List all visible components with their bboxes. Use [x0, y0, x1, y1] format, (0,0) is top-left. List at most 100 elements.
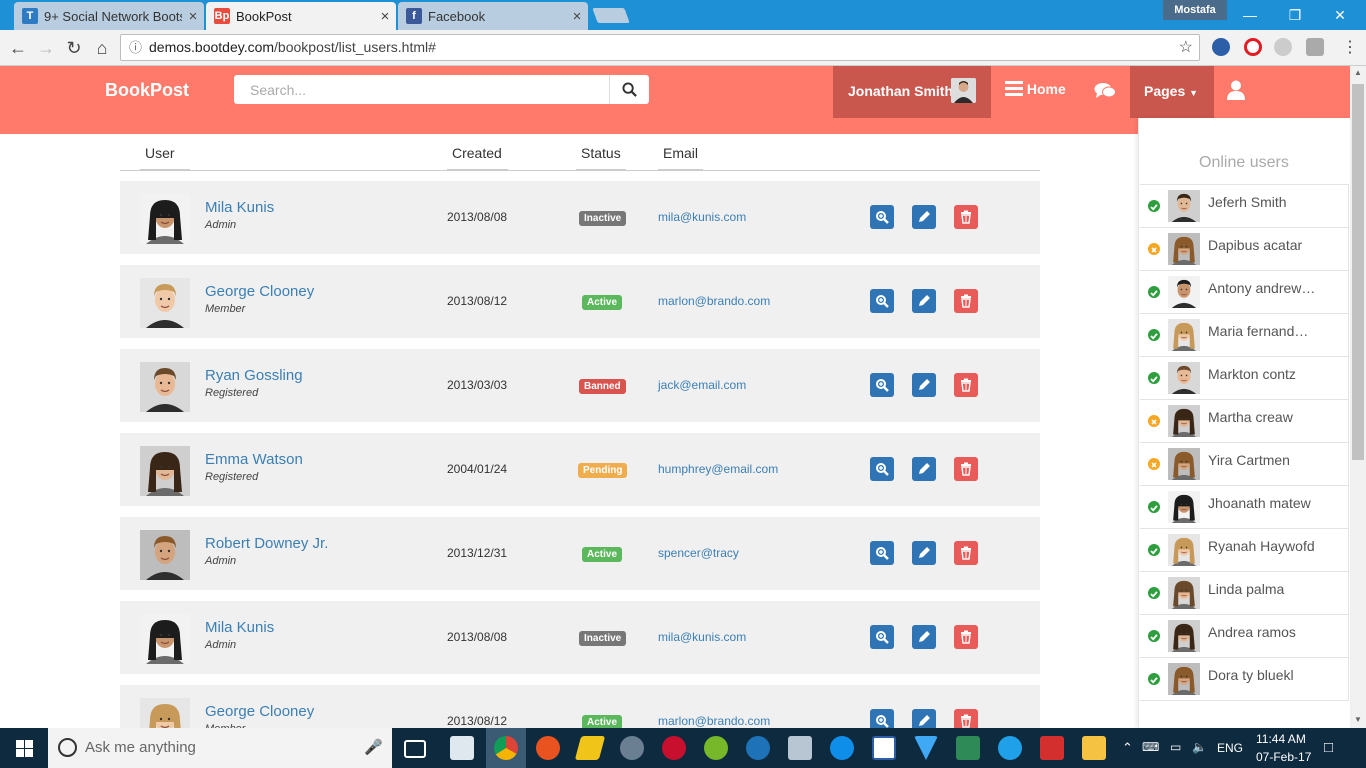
cortana-search[interactable]: Ask me anything 🎤 — [48, 728, 392, 768]
online-user-item[interactable]: Ryanah Haywofd — [1140, 528, 1349, 571]
home-icon[interactable]: ⌂ — [90, 36, 114, 60]
app-icon-orange[interactable] — [536, 736, 560, 760]
volume-icon[interactable]: 🔈 — [1192, 740, 1207, 754]
online-user-item[interactable]: Dapibus acatar — [1140, 227, 1349, 270]
close-window-icon[interactable]: ✕ — [1325, 4, 1355, 26]
opera-icon[interactable] — [1244, 38, 1262, 56]
email-link[interactable]: humphrey@email.com — [658, 462, 778, 476]
user-name-link[interactable]: Mila Kunis — [205, 619, 274, 636]
back-icon[interactable]: ← — [6, 36, 30, 60]
scroll-up-icon[interactable]: ▲ — [1354, 68, 1362, 77]
search-input[interactable] — [234, 75, 610, 104]
teamviewer-icon[interactable] — [830, 736, 854, 760]
email-link[interactable]: jack@email.com — [658, 378, 746, 392]
tab-close-icon[interactable]: × — [566, 8, 588, 25]
notification-icon[interactable]: □ — [1324, 739, 1333, 756]
user-name-link[interactable]: George Clooney — [205, 283, 314, 300]
reload-icon[interactable]: ↻ — [62, 36, 86, 60]
online-user-item[interactable]: Antony andrew lobghi — [1140, 270, 1349, 313]
user-name-link[interactable]: Emma Watson — [205, 451, 303, 468]
brand-logo[interactable]: BookPost — [105, 80, 189, 101]
tray-keyboard-icon[interactable]: ⌨ — [1142, 740, 1159, 754]
user-name-link[interactable]: Ryan Gossling — [205, 367, 303, 384]
app-icon-red[interactable] — [662, 736, 686, 760]
tab-close-icon[interactable]: × — [182, 8, 204, 25]
utorrent-icon[interactable] — [704, 736, 728, 760]
maximize-icon[interactable]: ❐ — [1280, 4, 1310, 26]
tray-chevron-icon[interactable]: ⌃ — [1122, 740, 1133, 756]
delete-button[interactable] — [954, 289, 978, 313]
edit-button[interactable] — [912, 289, 936, 313]
email-link[interactable]: spencer@tracy — [658, 546, 739, 560]
shield-icon[interactable] — [1306, 38, 1324, 56]
edit-button[interactable] — [912, 205, 936, 229]
edit-button[interactable] — [912, 541, 936, 565]
edit-button[interactable] — [912, 457, 936, 481]
clock-date[interactable]: 07-Feb-17 — [1256, 750, 1311, 764]
windows-start-icon[interactable] — [16, 740, 33, 762]
chat-icon[interactable] — [1094, 82, 1116, 105]
online-user-item[interactable]: Jhoanath matew — [1140, 485, 1349, 528]
forward-icon[interactable]: → — [34, 36, 58, 60]
user-name-link[interactable]: George Clooney — [205, 703, 314, 720]
view-button[interactable] — [870, 205, 894, 229]
excel-icon[interactable] — [956, 736, 980, 760]
online-user-item[interactable]: Jeferh Smith — [1140, 184, 1349, 227]
online-user-item[interactable]: Maria fernanda coronel — [1140, 313, 1349, 356]
extension-icon[interactable] — [1212, 38, 1230, 56]
view-button[interactable] — [870, 541, 894, 565]
tab-close-icon[interactable]: × — [374, 8, 396, 25]
email-link[interactable]: marlon@brando.com — [658, 714, 770, 728]
address-bar[interactable]: ⓘ demos.bootdey.com/bookpost/list_users.… — [120, 34, 1200, 61]
online-user-item[interactable]: Yira Cartmen — [1140, 442, 1349, 485]
nav-home[interactable]: Home — [1005, 80, 1066, 97]
pdf-icon[interactable] — [1040, 736, 1064, 760]
edit-button[interactable] — [912, 373, 936, 397]
edit-button[interactable] — [912, 625, 936, 649]
online-user-item[interactable]: Andrea ramos — [1140, 614, 1349, 657]
online-user-item[interactable]: Linda palma — [1140, 571, 1349, 614]
menu-icon[interactable]: ⋮ — [1338, 36, 1362, 60]
virtualbox-icon[interactable] — [788, 736, 812, 760]
app-icon-refresh[interactable] — [998, 736, 1022, 760]
task-view-icon[interactable] — [404, 740, 426, 758]
microphone-icon[interactable]: 🎤 — [364, 738, 383, 756]
delete-button[interactable] — [954, 373, 978, 397]
browser-tab[interactable]: Bp BookPost × — [206, 2, 396, 30]
scroll-down-icon[interactable]: ▼ — [1354, 715, 1362, 724]
new-tab-button[interactable] — [592, 8, 630, 23]
app-icon-steam[interactable] — [620, 736, 644, 760]
view-button[interactable] — [870, 289, 894, 313]
view-button[interactable] — [870, 457, 894, 481]
chrome-icon[interactable] — [494, 736, 518, 760]
app-icon-blue[interactable] — [746, 736, 770, 760]
column-header-user[interactable]: User — [140, 145, 190, 171]
store-icon[interactable] — [450, 736, 474, 760]
email-link[interactable]: marlon@brando.com — [658, 294, 770, 308]
browser-tab[interactable]: f Facebook × — [398, 2, 588, 30]
delete-button[interactable] — [954, 457, 978, 481]
file-explorer-icon[interactable] — [1082, 736, 1106, 760]
user-menu[interactable]: Jonathan Smith — [833, 66, 991, 118]
online-user-item[interactable]: Markton contz — [1140, 356, 1349, 399]
delete-button[interactable] — [954, 205, 978, 229]
delete-button[interactable] — [954, 541, 978, 565]
online-user-item[interactable]: Martha creaw — [1140, 399, 1349, 442]
clock-time[interactable]: 11:44 AM — [1256, 732, 1306, 746]
browser-tab[interactable]: T 9+ Social Network Boots × — [14, 2, 204, 30]
delete-button[interactable] — [954, 625, 978, 649]
email-link[interactable]: mila@kunis.com — [658, 630, 746, 644]
network-icon[interactable]: ▭ — [1170, 740, 1181, 754]
scrollbar-thumb[interactable] — [1352, 84, 1364, 460]
view-button[interactable] — [870, 373, 894, 397]
bookmark-star-icon[interactable]: ☆ — [1179, 35, 1193, 60]
user-name-link[interactable]: Robert Downey Jr. — [205, 535, 328, 552]
nav-pages-dropdown[interactable]: Pages ▼ — [1130, 66, 1214, 118]
column-header-created[interactable]: Created — [447, 145, 508, 171]
minimize-icon[interactable]: — — [1235, 4, 1265, 26]
online-user-item[interactable]: Dora ty bluekl — [1140, 657, 1349, 700]
snowflake-icon[interactable] — [1274, 38, 1292, 56]
language-indicator[interactable]: ENG — [1217, 741, 1243, 755]
column-header-status[interactable]: Status — [576, 145, 626, 171]
search-button[interactable] — [609, 75, 649, 104]
